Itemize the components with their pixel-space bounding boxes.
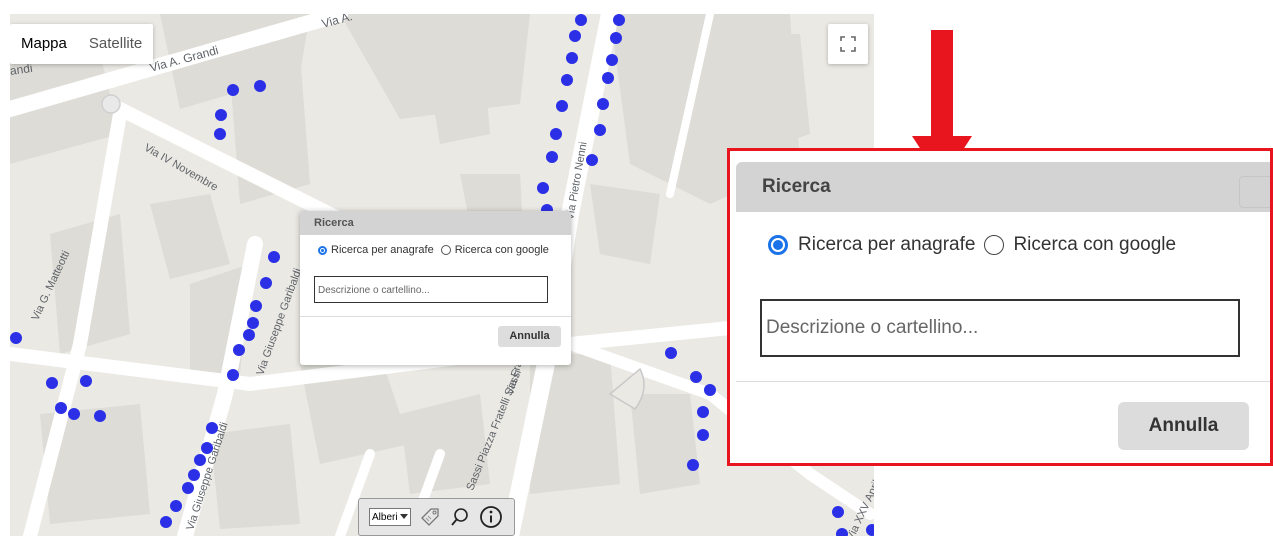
dialog-title: Ricerca: [762, 176, 831, 197]
tree-marker[interactable]: [10, 332, 22, 344]
tree-marker[interactable]: [233, 344, 245, 356]
tree-marker[interactable]: [80, 375, 92, 387]
tree-marker[interactable]: [201, 442, 213, 454]
tree-marker[interactable]: [206, 422, 218, 434]
tree-marker[interactable]: [610, 32, 622, 44]
tree-marker[interactable]: [594, 124, 606, 136]
tree-marker[interactable]: [665, 347, 677, 359]
tab-satellite[interactable]: Satellite: [78, 24, 153, 64]
tree-marker[interactable]: [556, 100, 568, 112]
info-icon[interactable]: [479, 505, 503, 529]
tree-marker[interactable]: [687, 459, 699, 471]
tree-marker[interactable]: [575, 14, 587, 26]
map-type-control[interactable]: Mappa Satellite: [10, 24, 154, 64]
tree-marker[interactable]: [586, 154, 598, 166]
tree-marker[interactable]: [566, 52, 578, 64]
radio-google-label[interactable]: Ricerca con google: [1013, 234, 1176, 256]
tree-marker[interactable]: [597, 98, 609, 110]
tree-marker[interactable]: [260, 277, 272, 289]
layer-select[interactable]: Alberi: [369, 508, 411, 526]
tree-marker[interactable]: [704, 384, 716, 396]
layer-select-value: Alberi: [372, 511, 398, 523]
cancel-button[interactable]: Annulla: [498, 326, 561, 347]
tree-marker[interactable]: [561, 74, 573, 86]
search-icon[interactable]: [449, 506, 471, 528]
tree-marker[interactable]: [697, 429, 709, 441]
tree-marker[interactable]: [182, 482, 194, 494]
dialog-header: Ricerca: [736, 162, 1270, 212]
radio-anagrafe[interactable]: [318, 245, 327, 255]
tree-marker[interactable]: [690, 371, 702, 383]
tree-marker[interactable]: [170, 500, 182, 512]
tree-marker[interactable]: [243, 329, 255, 341]
radio-anagrafe-label[interactable]: Ricerca per anagrafe: [798, 234, 975, 256]
tree-marker[interactable]: [247, 317, 259, 329]
divider: [300, 316, 571, 317]
radio-anagrafe-label[interactable]: Ricerca per anagrafe: [331, 244, 434, 256]
radio-google[interactable]: [984, 235, 1005, 255]
tree-marker[interactable]: [194, 454, 206, 466]
radio-anagrafe[interactable]: [768, 235, 788, 255]
tree-marker[interactable]: [227, 84, 239, 96]
tree-marker[interactable]: [188, 469, 200, 481]
divider: [736, 381, 1270, 382]
fullscreen-button[interactable]: [828, 24, 868, 64]
tree-marker[interactable]: [697, 406, 709, 418]
tree-marker[interactable]: [227, 369, 239, 381]
tree-marker[interactable]: [68, 408, 80, 420]
zoomed-search-dialog: Ricerca Ricerca per anagrafe Ricerca con…: [727, 148, 1273, 466]
tree-marker[interactable]: [254, 80, 266, 92]
search-dialog: Ricerca Ricerca per anagrafe Ricerca con…: [300, 211, 571, 365]
tab-map[interactable]: Mappa: [10, 24, 78, 64]
cancel-button[interactable]: Annulla: [1118, 402, 1249, 450]
tree-marker[interactable]: [268, 251, 280, 263]
tree-marker[interactable]: [550, 128, 562, 140]
map-toolbar: Alberi: [358, 498, 515, 536]
tree-marker[interactable]: [836, 528, 848, 536]
tree-marker[interactable]: [546, 151, 558, 163]
tree-marker[interactable]: [832, 506, 844, 518]
chevron-down-icon: [399, 514, 408, 519]
header-button: [1239, 176, 1270, 208]
dialog-title: Ricerca: [300, 211, 571, 235]
tree-marker[interactable]: [55, 402, 67, 414]
search-input[interactable]: Descrizione o cartellino...: [314, 276, 548, 303]
fullscreen-icon: [840, 36, 856, 52]
tree-marker[interactable]: [250, 300, 262, 312]
tree-marker[interactable]: [214, 128, 226, 140]
tree-marker[interactable]: [46, 377, 58, 389]
tree-marker[interactable]: [602, 72, 614, 84]
search-input[interactable]: Descrizione o cartellino...: [760, 299, 1240, 357]
tree-marker[interactable]: [537, 182, 549, 194]
search-mode-group: Ricerca per anagrafe Ricerca con google: [768, 234, 1176, 256]
tree-marker[interactable]: [94, 410, 106, 422]
tree-marker[interactable]: [215, 109, 227, 121]
tree-marker[interactable]: [160, 516, 172, 528]
tree-marker[interactable]: [613, 14, 625, 26]
radio-google-label[interactable]: Ricerca con google: [455, 244, 549, 256]
radio-google[interactable]: [440, 245, 451, 255]
tree-marker[interactable]: [606, 54, 618, 66]
tree-marker[interactable]: [569, 30, 581, 42]
tree-marker[interactable]: [866, 524, 874, 536]
search-mode-group: Ricerca per anagrafe Ricerca con google: [300, 235, 571, 256]
tag-icon[interactable]: [419, 506, 441, 528]
